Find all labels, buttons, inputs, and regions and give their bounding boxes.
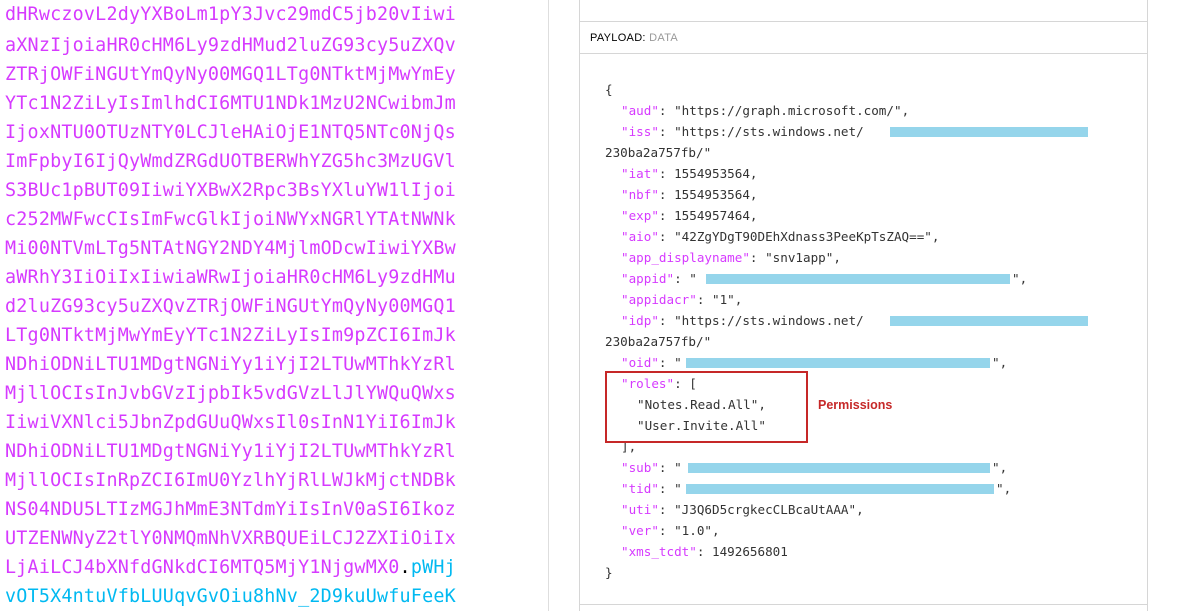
redaction-mark	[890, 316, 1088, 326]
json-value: "https://graph.microsoft.com/"	[674, 103, 902, 118]
json-row-xms-tcdt: "xms_tcdt": 1492656801	[621, 544, 788, 559]
json-row-uti: "uti": "J3Q6D5crgkecCLBcaUtAAA",	[621, 502, 864, 517]
encoded-line: ZTRjOWFiNGUtYmQyNy00MGQ1LTg0NTktMjMwYmEy	[5, 64, 456, 85]
json-close-brace: }	[605, 565, 613, 580]
json-value: "snv1app"	[765, 250, 834, 265]
redaction-mark	[686, 358, 990, 368]
roles-highlight-box	[605, 371, 808, 443]
json-value: "J3Q6D5crgkecCLBcaUtAAA"	[674, 502, 857, 517]
json-key: "tid"	[621, 481, 659, 496]
redaction-mark	[890, 127, 1088, 137]
json-row-oid: "oid": "	[621, 355, 682, 370]
json-value: "	[689, 271, 697, 286]
json-value: 1554957464	[674, 208, 750, 223]
redaction-mark	[688, 463, 990, 473]
json-row-sub-end: ",	[992, 460, 1008, 475]
redaction-mark	[706, 274, 1010, 284]
json-value: "1.0"	[674, 523, 713, 538]
json-key: "ver"	[621, 523, 659, 538]
json-row-tid: "tid": "	[621, 481, 682, 496]
token-separator-dot: .	[399, 557, 411, 578]
json-key: "oid"	[621, 355, 659, 370]
encoded-line: NS04NDU5LTIzMGJhMmE3NTdmYiIsInV0aSI6Ikoz	[5, 499, 456, 520]
section-divider	[580, 21, 1147, 22]
json-key: "exp"	[621, 208, 659, 223]
decoded-payload-panel: PAYLOAD: DATA { "aud": "https://graph.mi…	[579, 0, 1148, 611]
encoded-line: ImFpbyI6IjQyWmdZRGdUOTBERWhYZG5hc3MzUGVl	[5, 151, 456, 172]
json-row-iat: "iat": 1554953564,	[621, 166, 758, 181]
json-value: 1554953564	[674, 187, 750, 202]
encoded-line: aXNzIjoiaHR0cHM6Ly9zdHMud2luZG93cy5uZXQv	[5, 35, 456, 56]
section-divider	[580, 53, 1147, 54]
permissions-annotation: Permissions	[818, 398, 893, 412]
json-key: "app_displayname"	[621, 250, 750, 265]
encoded-line: NDhiODNiLTU1MDgtNGNiYy1iYjI2LTUwMThkYzRl	[5, 354, 456, 375]
json-row-aud: "aud": "https://graph.microsoft.com/",	[621, 103, 910, 118]
encoded-line: MjllOCIsInJvbGVzIjpbIk5vdGVzLlJlYWQuQWxs	[5, 383, 456, 404]
encoded-line: UTZENWNyZ2tlY0NMQmNhVXRBQUEiLCJ2ZXIiOiIx	[5, 528, 456, 549]
json-row-aio: "aio": "42ZgYDgT90DEhXdnass3PeeKpTsZAQ==…	[621, 229, 940, 244]
encoded-line: YTc1N2ZiLyIsImlhdCI6MTU1NDk1MzU2NCwibmJm	[5, 93, 456, 114]
json-key: "appid"	[621, 271, 675, 286]
json-row-idp: "idp": "https://sts.windows.net/	[621, 313, 864, 328]
json-value: "	[674, 460, 682, 475]
signature-start: pWHj	[410, 557, 456, 578]
json-row-ver: "ver": "1.0",	[621, 523, 720, 538]
encoded-line: d2luZG93cy5uZXQvZTRjOWFiNGUtYmQyNy00MGQ1	[5, 296, 456, 317]
encoded-line: IjoxNTU0OTUzNTY0LCJleHAiOjE1NTQ5NTc0NjQs	[5, 122, 456, 143]
json-row-nbf: "nbf": 1554953564,	[621, 187, 758, 202]
encoded-signature-line: vOT5X4ntuVfbLUUqvGvOiu8hNv_2D9kuUwfuFeeK	[5, 586, 456, 607]
json-row-tid-end: ",	[996, 481, 1012, 496]
encoded-line: MjllOCIsInRpZCI6ImU0YzlhYjRlLWJkMjctNDBk	[5, 470, 456, 491]
json-row-iss: "iss": "https://sts.windows.net/	[621, 124, 864, 139]
json-value: "	[674, 481, 682, 496]
json-value: "https://sts.windows.net/	[674, 313, 864, 328]
json-row-appidacr: "appidacr": "1",	[621, 292, 743, 307]
json-row-appid: "appid": "	[621, 271, 697, 286]
encoded-line-with-separator: LjAiLCJ4bXNfdGNkdCI6MTQ5MjY1NjgwMX0.pWHj	[5, 558, 456, 578]
json-key: "iat"	[621, 166, 659, 181]
encoded-payload-end: LjAiLCJ4bXNfdGNkdCI6MTQ5MjY1NjgwMX0	[5, 557, 400, 578]
section-divider	[580, 604, 1147, 605]
redaction-mark	[686, 484, 994, 494]
json-row-exp: "exp": 1554957464,	[621, 208, 758, 223]
json-key: "aio"	[621, 229, 659, 244]
json-value: "42ZgYDgT90DEhXdnass3PeeKpTsZAQ=="	[674, 229, 932, 244]
json-open-brace: {	[605, 82, 613, 97]
json-value: 1492656801	[712, 544, 788, 559]
payload-label: PAYLOAD:	[590, 32, 646, 44]
json-value: 1554953564	[674, 166, 750, 181]
json-row-sub: "sub": "	[621, 460, 682, 475]
json-key: "xms_tcdt"	[621, 544, 697, 559]
json-value: "	[674, 355, 682, 370]
encoded-line: S3BUc1pBUT09IiwiYXBwX2Rpc3BsYXluYW1lIjoi	[5, 180, 456, 201]
json-row-idp-cont: 230ba2a757fb/"	[605, 334, 712, 349]
payload-section-header: PAYLOAD: DATA	[590, 32, 678, 44]
json-key: "iss"	[621, 124, 659, 139]
json-row-appid-end: ",	[1012, 271, 1028, 286]
pane-divider	[548, 0, 549, 611]
json-value: "https://sts.windows.net/	[674, 124, 864, 139]
payload-sublabel: DATA	[649, 32, 679, 44]
json-row-iss-cont: 230ba2a757fb/"	[605, 145, 712, 160]
json-key: "uti"	[621, 502, 659, 517]
encoded-line: NDhiODNiLTU1MDgtNGNiYy1iYjI2LTUwMThkYzRl	[5, 441, 456, 462]
encoded-line: Mi00NTVmLTg5NTAtNGY2NDY4MjlmODcwIiwiYXBw	[5, 238, 456, 259]
encoded-token-pane[interactable]: dHRwczovL2dyYXBoLm1pY3Jvc29mdC5jb20vIiwi…	[0, 0, 548, 611]
json-key: "idp"	[621, 313, 659, 328]
encoded-line: LTg0NTktMjMwYmEyYTc1N2ZiLyIsIm9pZCI6ImJk	[5, 325, 456, 346]
json-key: "nbf"	[621, 187, 659, 202]
json-key: "sub"	[621, 460, 659, 475]
json-row-app-displayname: "app_displayname": "snv1app",	[621, 250, 841, 265]
encoded-line: c252MWFwcCIsImFwcGlkIjoiNWYxNGRlYTAtNWNk	[5, 209, 456, 230]
json-key: "aud"	[621, 103, 659, 118]
json-value: "1"	[712, 292, 735, 307]
json-row-oid-end: ",	[992, 355, 1008, 370]
encoded-line: dHRwczovL2dyYXBoLm1pY3Jvc29mdC5jb20vIiwi	[5, 4, 456, 25]
encoded-line: aWRhY3IiOiIxIiwiaWRwIjoiaHR0cHM6Ly9zdHMu	[5, 267, 456, 288]
encoded-line: IiwiVXNlci5JbnZpdGUuQWxsIl0sInN1YiI6ImJk	[5, 412, 456, 433]
json-key: "appidacr"	[621, 292, 697, 307]
